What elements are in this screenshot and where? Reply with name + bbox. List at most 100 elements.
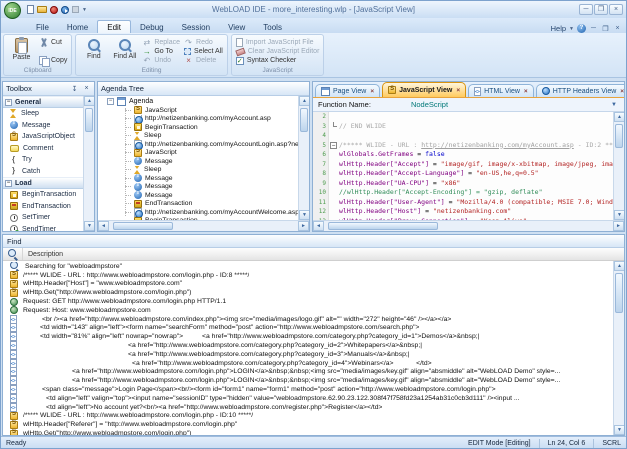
agenda-node-begintransaction[interactable]: BeginTransaction: [98, 216, 298, 220]
ribbon-tab-edit[interactable]: Edit: [97, 20, 132, 33]
find-result-row[interactable]: <a href="http://www.webloadmpstore.com/l…: [3, 376, 613, 386]
find-result-row[interactable]: <span class="message">Login Page</span><…: [3, 385, 613, 394]
toolbox-item-message[interactable]: Message: [3, 120, 83, 132]
agenda-node-javascript[interactable]: JavaScript: [98, 106, 298, 115]
find-result-row[interactable]: wlHttp.Get("http://www.webloadmpstore.co…: [3, 288, 613, 297]
toolbox-item-try[interactable]: Try: [3, 154, 83, 166]
paste-button[interactable]: Paste: [8, 36, 35, 67]
description-column-header[interactable]: Description: [23, 251, 63, 258]
tab-javascript-view[interactable]: JavaScript View×: [382, 82, 467, 97]
record-icon[interactable]: [50, 5, 58, 14]
agenda-root-node[interactable]: − Agenda: [98, 96, 298, 106]
mdi-restore-button[interactable]: ❐: [601, 25, 610, 33]
close-tab-icon[interactable]: ×: [456, 87, 460, 94]
find-result-row[interactable]: <td width="81%" align="left" nowrap="now…: [3, 332, 613, 342]
scroll-left-icon[interactable]: ◄: [98, 221, 109, 231]
toolbox-section-general[interactable]: − General: [3, 96, 83, 108]
function-name-combobox[interactable]: NodeScript ▼: [411, 100, 619, 109]
agenda-node-endtransaction[interactable]: EndTransaction: [98, 199, 298, 209]
run-icon[interactable]: [61, 5, 69, 14]
find-column-header[interactable]: Description: [3, 248, 624, 261]
replace-button[interactable]: ⇄ Replace: [142, 38, 180, 47]
toolbox-item-sendtimer[interactable]: SendTimer: [3, 224, 83, 231]
pin-icon[interactable]: ↧: [70, 85, 79, 93]
toolbox-item-endtransaction[interactable]: EndTransaction: [3, 201, 83, 213]
close-button[interactable]: ×: [609, 4, 623, 15]
toolbox-item-catch[interactable]: Catch: [3, 166, 83, 178]
editor-horizontal-scrollbar[interactable]: ◄ ►: [313, 220, 624, 231]
find-result-row[interactable]: wlHttp.Header["Host"] = "www.webloadmpst…: [3, 280, 613, 289]
clear-javascript-editor-button[interactable]: Clear JavaScript Editor: [235, 47, 319, 56]
ribbon-tab-file[interactable]: File: [27, 21, 58, 33]
restore-button[interactable]: ❐: [594, 4, 608, 15]
find-result-row[interactable]: <br /><a href="http://www.webloadmpstore…: [3, 314, 613, 324]
undo-button[interactable]: ↶ Undo: [142, 56, 180, 65]
syntax-checker-button[interactable]: ✓ Syntax Checker: [235, 56, 320, 65]
find-result-row[interactable]: <a href="http://www.webloadmpstore.com/c…: [3, 349, 613, 359]
toolbox-item-begintransaction[interactable]: BeginTransaction: [3, 189, 83, 201]
find-result-row[interactable]: Searching for "webloadmpstore": [3, 262, 613, 271]
find-result-row[interactable]: /***** WLIDE - URL : http://www.webloadm…: [3, 271, 613, 280]
close-tab-icon[interactable]: ×: [370, 88, 374, 95]
agenda-node-sleep[interactable]: Sleep: [98, 131, 298, 140]
import-javascript-file-button[interactable]: Import JavaScript File: [235, 38, 320, 47]
scroll-down-icon[interactable]: ▼: [299, 210, 309, 220]
delete-button[interactable]: × Delete: [184, 56, 223, 65]
find-result-row[interactable]: <a href="http://www.webloadmpstore.com/l…: [3, 367, 613, 377]
collapse-icon[interactable]: −: [5, 98, 12, 106]
scroll-thumb[interactable]: [328, 222, 438, 230]
mdi-minimize-button[interactable]: ─: [589, 25, 598, 32]
mdi-close-button[interactable]: ×: [613, 25, 622, 32]
ribbon-tab-home[interactable]: Home: [58, 21, 97, 33]
find-result-row[interactable]: <a href="http://www.webloadmpstore.com/c…: [3, 341, 613, 350]
toolbox-item-comment[interactable]: Comment: [3, 143, 83, 155]
toolbox-vertical-scrollbar[interactable]: ▲ ▼: [83, 96, 94, 231]
scroll-up-icon[interactable]: ▲: [614, 112, 624, 122]
tab-page-view[interactable]: Page View ×: [315, 84, 381, 97]
app-logo-icon[interactable]: IDE: [4, 2, 21, 19]
find-button[interactable]: Find: [80, 36, 107, 67]
javascript-editor[interactable]: 2 3 // END WLIDE 4 5−/***** WLIDE - URL : ht…: [313, 112, 624, 220]
find-result-row[interactable]: <td align="left">No account yet?<br/><a …: [3, 402, 613, 412]
help-dropdown-icon[interactable]: ▼: [569, 26, 574, 32]
ribbon-tab-tools[interactable]: Tools: [254, 21, 291, 33]
toolbox-section-load[interactable]: − Load: [3, 177, 83, 189]
new-file-icon[interactable]: [27, 5, 34, 14]
cut-button[interactable]: Cut: [39, 38, 67, 47]
scroll-down-icon[interactable]: ▼: [614, 425, 624, 435]
find-result-row[interactable]: <td width="143" align="left"><form name=…: [3, 323, 613, 333]
toolbox-item-javascriptobject[interactable]: JavaScriptObject: [3, 131, 83, 143]
scroll-thumb[interactable]: [85, 108, 93, 132]
close-panel-icon[interactable]: ×: [82, 85, 91, 92]
scroll-thumb[interactable]: [300, 108, 308, 132]
agenda-node-message[interactable]: Message: [98, 174, 298, 183]
scroll-right-icon[interactable]: ►: [298, 221, 309, 231]
agenda-node-http-netizenbanking-com-myaccount-asp[interactable]: http://netizenbanking.com/myAccount.asp: [98, 114, 298, 123]
agenda-node-begintransaction[interactable]: BeginTransaction: [98, 123, 298, 132]
open-file-icon[interactable]: [37, 6, 47, 13]
tab-html-view[interactable]: HTML View ×: [468, 84, 534, 97]
agenda-node-message[interactable]: Message: [98, 157, 298, 166]
editor-vertical-scrollbar[interactable]: ▲ ▼: [613, 112, 624, 220]
scroll-thumb[interactable]: [615, 124, 623, 148]
find-all-button[interactable]: Find All: [111, 36, 138, 67]
qat-customize-dropdown-icon[interactable]: ▼: [82, 7, 87, 13]
agenda-node-javascript[interactable]: JavaScript: [98, 149, 298, 158]
find-result-row[interactable]: /***** WLIDE - URL : http://www.webloadm…: [3, 412, 613, 421]
toolbox-item-settimer[interactable]: SetTimer: [3, 212, 83, 224]
minimize-button[interactable]: ─: [579, 4, 593, 15]
agenda-vertical-scrollbar[interactable]: ▲ ▼: [298, 96, 309, 220]
ribbon-tab-debug[interactable]: Debug: [131, 21, 173, 33]
scroll-right-icon[interactable]: ►: [613, 221, 624, 231]
help-icon[interactable]: ?: [577, 24, 586, 33]
tab-http-headers-view[interactable]: HTTP Headers View ×: [535, 84, 624, 97]
scroll-left-icon[interactable]: ◄: [313, 221, 324, 231]
agenda-horizontal-scrollbar[interactable]: ◄ ►: [98, 220, 309, 231]
find-result-row[interactable]: <td align="left" valign="top"><input nam…: [3, 393, 613, 403]
scroll-down-icon[interactable]: ▼: [614, 210, 624, 220]
agenda-node-http-netizenbanking-com-myaccountwelcome[interactable]: http://netizenbanking.com/myAccountWelco…: [98, 208, 298, 217]
toolbox-item-sleep[interactable]: Sleep: [3, 108, 83, 120]
find-result-row[interactable]: Request: GET http://www.webloadmpstore.c…: [3, 297, 613, 306]
scroll-up-icon[interactable]: ▲: [299, 96, 309, 106]
agenda-node-message[interactable]: Message: [98, 191, 298, 200]
